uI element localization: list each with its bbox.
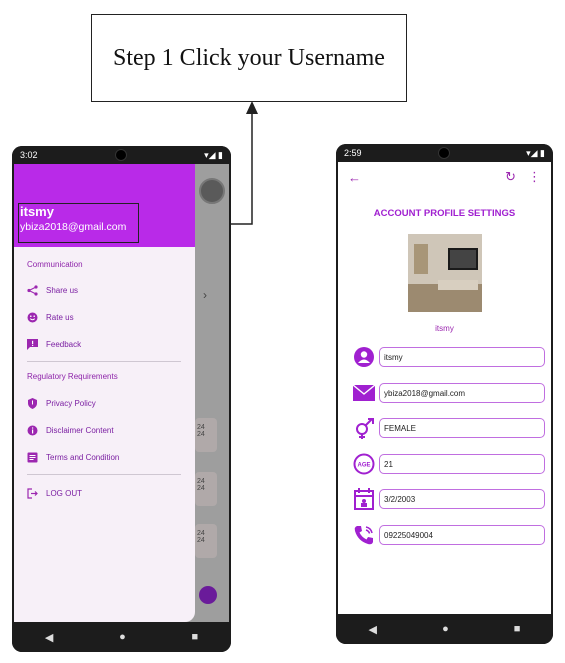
drawer-item-label: Feedback: [46, 340, 82, 349]
drawer-item-label: Rate us: [46, 313, 74, 322]
drawer-item-rate[interactable]: Rate us: [27, 312, 74, 323]
back-arrow-icon[interactable]: ←: [348, 170, 361, 185]
age-icon: AGE: [353, 453, 375, 475]
phone-field[interactable]: 09225049004: [379, 525, 545, 545]
birthdate-row: 3/2/2003: [353, 488, 545, 510]
right-phone: 2:59 ▾◢ ▮ ← ↻ ⋮ ACCOUNT PROFILE SETTINGS…: [336, 144, 553, 644]
back-nav-button[interactable]: ◀: [45, 631, 53, 644]
divider: [27, 474, 181, 475]
drawer-item-terms[interactable]: Terms and Condition: [27, 452, 119, 463]
username-row: itsmy: [353, 346, 545, 368]
more-vert-icon[interactable]: ⋮: [528, 169, 541, 185]
birthdate-field[interactable]: 3/2/2003: [379, 489, 545, 509]
gender-field[interactable]: FEMALE: [379, 418, 545, 438]
recents-nav-button[interactable]: ■: [191, 631, 198, 643]
drawer-item-label: Terms and Condition: [46, 453, 120, 462]
share-icon: [27, 285, 38, 296]
logout-icon: [27, 488, 38, 499]
info-icon: [27, 425, 38, 436]
background-card: 24 24: [195, 524, 217, 558]
signal-battery-icon: ▾◢ ▮: [204, 149, 223, 160]
chevron-right-icon[interactable]: ›: [203, 288, 207, 302]
drawer-item-feedback[interactable]: Feedback: [27, 339, 81, 350]
username-field[interactable]: itsmy: [379, 347, 545, 367]
background-card: 24 24: [195, 418, 217, 452]
app-bar: ← ↻ ⋮: [338, 162, 551, 192]
signal-battery-icon: ▾◢ ▮: [526, 147, 545, 158]
shield-icon: [27, 398, 38, 409]
status-bar: 2:59 ▾◢ ▮: [336, 144, 553, 162]
gender-icon: [353, 417, 375, 439]
profile-photo[interactable]: [408, 234, 482, 312]
age-row: AGE 21: [353, 453, 545, 475]
feedback-icon: [27, 339, 38, 350]
calendar-icon: [353, 488, 375, 510]
page-title: ACCOUNT PROFILE SETTINGS: [373, 208, 516, 219]
drawer-item-label: Share us: [46, 286, 79, 295]
profile-name: itsmy: [435, 324, 454, 333]
drawer-item-label: Disclaimer Content: [46, 426, 114, 435]
recents-nav-button[interactable]: ■: [514, 623, 521, 635]
status-time: 2:59: [344, 148, 362, 158]
drawer-item-disclaimer[interactable]: Disclaimer Content: [27, 425, 114, 436]
email-row: ybiza2018@gmail.com: [353, 382, 545, 404]
bot-icon[interactable]: [199, 586, 217, 604]
divider: [27, 361, 181, 362]
section-regulatory: Regulatory Requirements: [27, 372, 118, 381]
drawer-item-label: Privacy Policy: [46, 399, 96, 408]
home-nav-button[interactable]: ●: [442, 623, 449, 635]
camera-icon: [437, 147, 450, 159]
camera-icon: [114, 149, 127, 161]
email-field[interactable]: ybiza2018@gmail.com: [379, 383, 545, 403]
drawer-item-logout[interactable]: LOG OUT: [27, 488, 82, 499]
refresh-icon[interactable]: ↻: [505, 169, 516, 185]
smiley-icon: [27, 312, 38, 323]
document-icon: [27, 452, 38, 463]
system-nav-bar: ◀ ● ■: [336, 614, 553, 644]
system-nav-bar: ◀ ● ■: [12, 622, 231, 652]
person-icon: [353, 346, 375, 368]
profile-screen: ← ↻ ⋮ ACCOUNT PROFILE SETTINGS itsmy its…: [338, 162, 551, 614]
username-highlight-box: [18, 203, 139, 243]
section-communication: Communication: [27, 260, 83, 269]
envelope-icon: [353, 382, 375, 404]
home-nav-button[interactable]: ●: [119, 631, 126, 643]
drawer-item-privacy[interactable]: Privacy Policy: [27, 398, 96, 409]
drawer-item-label: LOG OUT: [46, 489, 83, 498]
phone-row: 09225049004: [353, 524, 545, 546]
avatar[interactable]: [199, 178, 225, 204]
svg-text:AGE: AGE: [357, 463, 370, 469]
background-card: 24 24: [195, 472, 217, 506]
gender-row: FEMALE: [353, 417, 545, 439]
status-bar: 3:02 ▾◢ ▮: [12, 146, 231, 164]
age-field[interactable]: 21: [379, 454, 545, 474]
status-time: 3:02: [20, 150, 38, 160]
drawer-item-share[interactable]: Share us: [27, 285, 78, 296]
phone-icon: [353, 524, 375, 546]
back-nav-button[interactable]: ◀: [369, 623, 377, 636]
